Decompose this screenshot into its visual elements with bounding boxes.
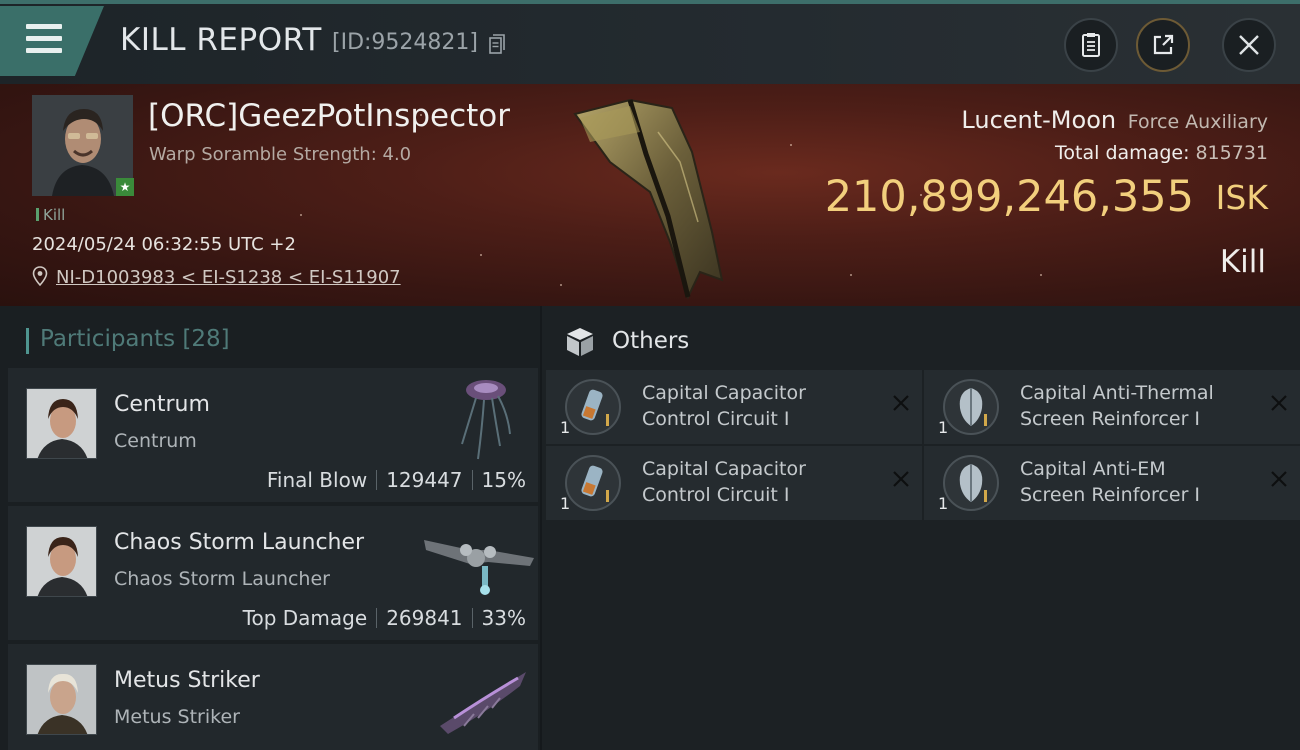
share-icon <box>1153 34 1174 55</box>
header-accent-line <box>0 0 1300 4</box>
dropped-item[interactable]: 1 Capital Capacitor Control Circuit I <box>546 370 922 444</box>
participant-role: Final Blow <box>266 468 368 492</box>
participant-avatar <box>27 527 96 596</box>
destroyed-x-icon <box>1271 395 1287 411</box>
report-id: [ID:9524821] <box>332 30 478 55</box>
participant-name: Chaos Storm Launcher <box>114 530 365 555</box>
item-name: Capital Anti-Thermal Screen Reinforcer I <box>1020 382 1214 430</box>
result-label: Kill <box>1219 244 1266 280</box>
participant-row[interactable]: Metus Striker Metus Striker <box>8 644 538 750</box>
item-name: Capital Anti-EM Screen Reinforcer I <box>1020 458 1201 506</box>
close-icon <box>1239 35 1259 55</box>
others-panel: Others 1 Capital Capacitor Control Circui… <box>542 306 1300 750</box>
participants-panel: Participants [28] Centrum Centrum Final … <box>0 306 540 750</box>
participant-stats: Final Blow 129447 15% <box>267 468 526 492</box>
item-quantity: 1 <box>560 494 571 513</box>
victim-subtitle: Warp Soramble Strength: 4.0 <box>149 144 412 165</box>
participant-role: Top Damage <box>242 606 368 630</box>
clipboard-icon <box>1082 33 1100 57</box>
participant-ship-icon <box>440 672 526 734</box>
participant-name: Centrum <box>114 392 210 417</box>
participant-damage: 269841 <box>386 606 463 630</box>
participant-row[interactable]: Centrum Centrum Final Blow 129447 15% <box>8 368 538 502</box>
participant-percent: 15% <box>481 468 526 492</box>
participant-percent: 33% <box>481 606 526 630</box>
destroyed-x-icon <box>1271 471 1287 487</box>
participant-corp: Metus Striker <box>114 706 240 728</box>
page-title: KILL REPORT <box>120 22 322 58</box>
victim-name[interactable]: [ORC]GeezPotInspector <box>148 98 510 134</box>
capacitor-circuit-icon <box>565 379 621 435</box>
victim-ship[interactable]: Lucent-Moon Force Auxiliary <box>961 106 1268 134</box>
standing-star-icon: ★ <box>116 178 134 196</box>
others-title: Others <box>612 328 690 354</box>
ship-name: Lucent-Moon <box>961 106 1117 134</box>
copy-icon[interactable] <box>489 34 505 54</box>
destroyed-x-icon <box>893 395 909 411</box>
close-button[interactable] <box>1222 18 1276 72</box>
total-damage-label: Total damage: <box>1055 142 1190 164</box>
participant-avatar <box>27 665 96 734</box>
kill-tag: Kill <box>36 206 65 224</box>
shield-reinforcer-icon <box>943 455 999 511</box>
location-pin-icon <box>32 266 48 286</box>
participant-stats: Top Damage 269841 33% <box>243 606 526 630</box>
ship-wreck-image <box>573 98 724 300</box>
hamburger-menu-icon[interactable] <box>26 24 62 54</box>
dropped-item[interactable]: 1 Capital Capacitor Control Circuit I <box>546 446 922 520</box>
total-damage-value: 815731 <box>1195 142 1268 164</box>
participant-ship-icon <box>424 540 534 595</box>
clipboard-button[interactable] <box>1064 18 1118 72</box>
isk-value: 210,899,246,355 <box>824 172 1194 222</box>
participant-damage: 129447 <box>386 468 463 492</box>
location-link[interactable]: NI-D1003983 < EI-S1238 < EI-S11907 <box>56 267 401 288</box>
kill-datetime: 2024/05/24 06:32:55 UTC +2 <box>32 234 296 255</box>
item-quantity: 1 <box>938 418 949 437</box>
destroyed-x-icon <box>893 471 909 487</box>
participant-portrait[interactable] <box>26 664 97 735</box>
participant-corp: Chaos Storm Launcher <box>114 568 330 590</box>
dropped-item[interactable]: 1 Capital Anti-Thermal Screen Reinforcer … <box>924 370 1300 444</box>
victim-banner: ★ [ORC]GeezPotInspector Warp Soramble St… <box>0 84 1300 306</box>
share-button[interactable] <box>1136 18 1190 72</box>
participant-portrait[interactable] <box>26 526 97 597</box>
item-name: Capital Capacitor Control Circuit I <box>642 458 806 506</box>
item-quantity: 1 <box>560 418 571 437</box>
participant-name: Metus Striker <box>114 668 260 693</box>
ship-class: Force Auxiliary <box>1127 111 1268 133</box>
participants-title: Participants [28] <box>26 326 230 354</box>
item-quantity: 1 <box>938 494 949 513</box>
participant-portrait[interactable] <box>26 388 97 459</box>
cargo-box-icon <box>567 328 593 356</box>
capacitor-circuit-icon <box>565 455 621 511</box>
participant-avatar <box>27 389 96 458</box>
isk-unit: ISK <box>1215 178 1268 217</box>
participants-count: [28] <box>182 326 230 352</box>
header-bar: KILL REPORT [ID:9524821] <box>0 0 1300 84</box>
participant-ship-icon <box>461 380 511 460</box>
participant-row[interactable]: Chaos Storm Launcher Chaos Storm Launche… <box>8 506 538 640</box>
item-name: Capital Capacitor Control Circuit I <box>642 382 806 430</box>
shield-reinforcer-icon <box>943 379 999 435</box>
dropped-item[interactable]: 1 Capital Anti-EM Screen Reinforcer I <box>924 446 1300 520</box>
total-damage: Total damage: 815731 <box>1055 142 1268 164</box>
participant-corp: Centrum <box>114 430 197 452</box>
